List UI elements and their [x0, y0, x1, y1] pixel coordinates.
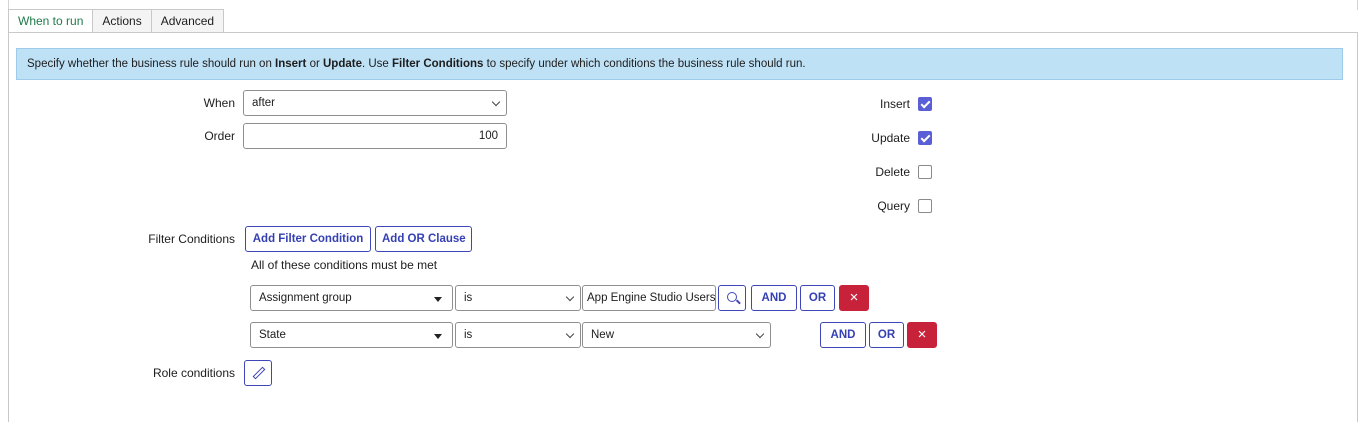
- chevron-down-icon: [565, 329, 575, 339]
- order-input[interactable]: 100: [243, 123, 507, 149]
- condition-field-value: Assignment group: [259, 292, 352, 304]
- when-label: When: [203, 96, 235, 110]
- delete-row: Delete: [792, 165, 932, 179]
- query-label: Query: [877, 199, 910, 213]
- tab-when-to-run[interactable]: When to run: [8, 9, 94, 33]
- delete-checkbox[interactable]: [918, 165, 932, 179]
- condition-value-input[interactable]: App Engine Studio Users: [582, 285, 716, 311]
- order-label: Order: [204, 129, 235, 143]
- info-text: or: [306, 58, 323, 70]
- delete-condition-button[interactable]: ×: [839, 285, 869, 311]
- when-to-run-panel: Specify whether the business rule should…: [8, 32, 1358, 422]
- condition-field-select[interactable]: State: [250, 322, 453, 348]
- insert-label: Insert: [879, 97, 910, 111]
- tab-advanced[interactable]: Advanced: [150, 9, 225, 33]
- condition-operator-select[interactable]: is: [455, 322, 581, 348]
- filter-conditions-label: Filter Conditions: [148, 232, 235, 246]
- insert-checkbox[interactable]: [918, 97, 932, 111]
- or-button[interactable]: OR: [869, 322, 904, 348]
- chevron-down-icon: [491, 97, 501, 107]
- info-filter-conditions: Filter Conditions: [392, 58, 484, 70]
- and-button[interactable]: AND: [820, 322, 866, 348]
- info-text: Specify whether the business rule should…: [27, 58, 276, 70]
- info-update: Update: [323, 58, 362, 70]
- condition-field-value: State: [259, 329, 286, 341]
- condition-value: New: [591, 329, 615, 341]
- chevron-down-icon: [565, 292, 575, 302]
- when-value: after: [252, 97, 276, 109]
- condition-field-select[interactable]: Assignment group: [250, 285, 453, 311]
- tab-actions[interactable]: Actions: [92, 9, 152, 33]
- condition-operator-value: is: [464, 329, 473, 341]
- pencil-icon: [252, 366, 266, 380]
- info-banner: Specify whether the business rule should…: [16, 48, 1343, 80]
- role-conditions-label: Role conditions: [152, 366, 235, 380]
- caret-down-icon: [434, 297, 442, 302]
- edit-role-conditions-button[interactable]: [244, 360, 272, 386]
- info-text: . Use: [361, 58, 393, 70]
- condition-value-select[interactable]: New: [582, 322, 771, 348]
- delete-condition-button[interactable]: ×: [907, 322, 937, 348]
- conditions-hint: All of these conditions must be met: [251, 258, 438, 272]
- insert-row: Insert: [792, 97, 932, 111]
- lookup-button[interactable]: [718, 285, 746, 311]
- query-row: Query: [792, 199, 932, 213]
- update-checkbox[interactable]: [918, 131, 932, 145]
- info-text: to specify under which conditions the bu…: [483, 58, 806, 70]
- tab-bar: When to run Actions Advanced: [8, 9, 225, 33]
- delete-label: Delete: [875, 165, 910, 179]
- condition-operator-select[interactable]: is: [455, 285, 581, 311]
- update-label: Update: [871, 131, 910, 145]
- add-filter-condition-button[interactable]: Add Filter Condition: [245, 226, 371, 252]
- update-row: Update: [792, 131, 932, 145]
- info-insert: Insert: [275, 58, 307, 70]
- add-or-clause-button[interactable]: Add OR Clause: [375, 226, 472, 252]
- chevron-down-icon: [755, 329, 765, 339]
- and-button[interactable]: AND: [751, 285, 797, 311]
- query-checkbox[interactable]: [918, 199, 932, 213]
- condition-operator-value: is: [464, 292, 473, 304]
- search-icon: [727, 292, 737, 302]
- when-select[interactable]: after: [243, 90, 507, 116]
- or-button[interactable]: OR: [800, 285, 835, 311]
- caret-down-icon: [434, 334, 442, 339]
